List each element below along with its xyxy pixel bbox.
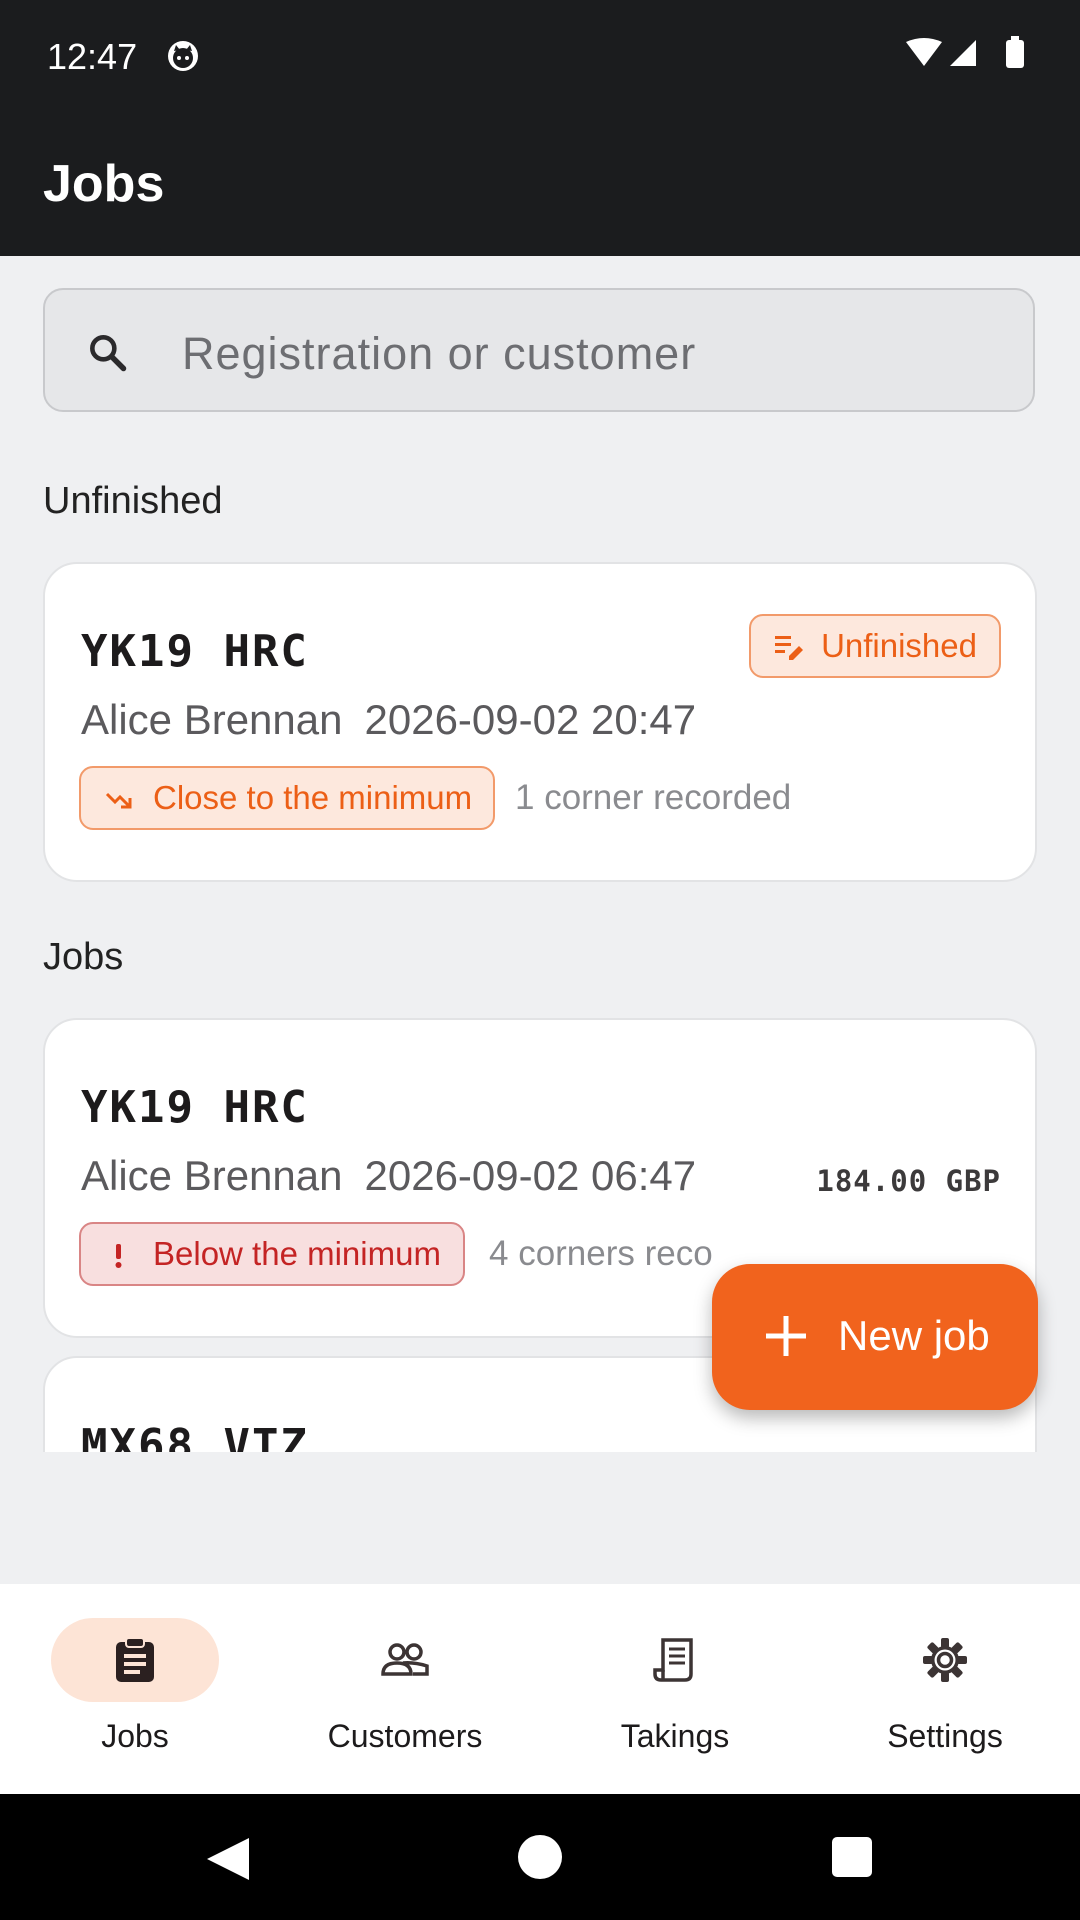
- bottom-navigation: Jobs Customers Takings Settings: [0, 1584, 1080, 1794]
- job-datetime: 2026-09-02 06:47: [364, 1152, 697, 1199]
- corners-recorded: 1 corner recorded: [515, 778, 792, 817]
- cell-signal-icon: [950, 40, 976, 66]
- nav-item-settings[interactable]: Settings: [810, 1584, 1080, 1794]
- new-job-label: New job: [838, 1312, 990, 1359]
- recents-icon[interactable]: [831, 1836, 873, 1878]
- cat-notification-icon: [168, 41, 198, 71]
- status-badge: Unfinished: [749, 614, 1001, 678]
- status-bar: 12:47: [0, 0, 1080, 110]
- home-icon[interactable]: [517, 1834, 563, 1880]
- page-title: Jobs: [43, 155, 165, 213]
- nav-item-customers[interactable]: Customers: [270, 1584, 540, 1794]
- system-status-icons: [906, 36, 1024, 68]
- gear-icon: [923, 1638, 967, 1682]
- app-bar: Jobs: [0, 110, 1080, 256]
- job-amount: 184.00 GBP: [816, 1164, 1001, 1198]
- error-chip: Below the minimum: [79, 1222, 465, 1286]
- nav-item-jobs[interactable]: Jobs: [0, 1584, 270, 1794]
- plus-icon: [766, 1316, 806, 1356]
- warning-chip: Close to the minimum: [79, 766, 495, 830]
- section-label-jobs: Jobs: [43, 936, 124, 978]
- new-job-button[interactable]: New job: [712, 1264, 1038, 1410]
- edit-notes-icon: [775, 636, 804, 660]
- error-chip-label: Below the minimum: [153, 1235, 441, 1272]
- section-label-unfinished: Unfinished: [43, 480, 223, 522]
- nav-label: Customers: [327, 1718, 483, 1754]
- search-placeholder: Registration or customer: [182, 328, 697, 379]
- job-datetime: 2026-09-02 20:47: [364, 696, 697, 743]
- registration: MX68 VTZ: [81, 1420, 309, 1452]
- search-field[interactable]: Registration or customer: [43, 288, 1035, 412]
- search-icon: [90, 335, 127, 372]
- system-navigation-bar: [0, 1794, 1080, 1920]
- job-meta: Alice Brennan 2026-09-02 06:47: [81, 1152, 696, 1200]
- job-meta: Alice Brennan 2026-09-02 20:47: [81, 696, 696, 744]
- battery-icon: [1006, 40, 1024, 68]
- people-icon: [381, 1643, 429, 1676]
- clipboard-icon: [116, 1637, 154, 1682]
- status-badge-label: Unfinished: [821, 627, 977, 664]
- warning-chip-label: Close to the minimum: [153, 779, 473, 816]
- back-icon[interactable]: [205, 1836, 251, 1882]
- nav-label: Settings: [887, 1718, 1003, 1754]
- customer-name: Alice Brennan: [81, 1152, 343, 1199]
- nav-item-takings[interactable]: Takings: [540, 1584, 810, 1794]
- registration: YK19 HRC: [81, 1082, 309, 1133]
- customer-name: Alice Brennan: [81, 696, 343, 743]
- registration: YK19 HRC: [81, 626, 309, 677]
- exclamation-icon: [115, 1244, 122, 1268]
- nav-label: Takings: [620, 1718, 730, 1754]
- receipt-icon: [653, 1638, 693, 1682]
- corners-recorded: 4 corners reco: [489, 1234, 713, 1273]
- trending-down-icon: [105, 792, 132, 809]
- wifi-icon: [906, 38, 942, 66]
- status-time: 12:47: [47, 36, 138, 77]
- nav-label: Jobs: [101, 1718, 169, 1754]
- unfinished-job-card[interactable]: YK19 HRC Unfinished Alice Brennan 2026-09…: [43, 562, 1037, 882]
